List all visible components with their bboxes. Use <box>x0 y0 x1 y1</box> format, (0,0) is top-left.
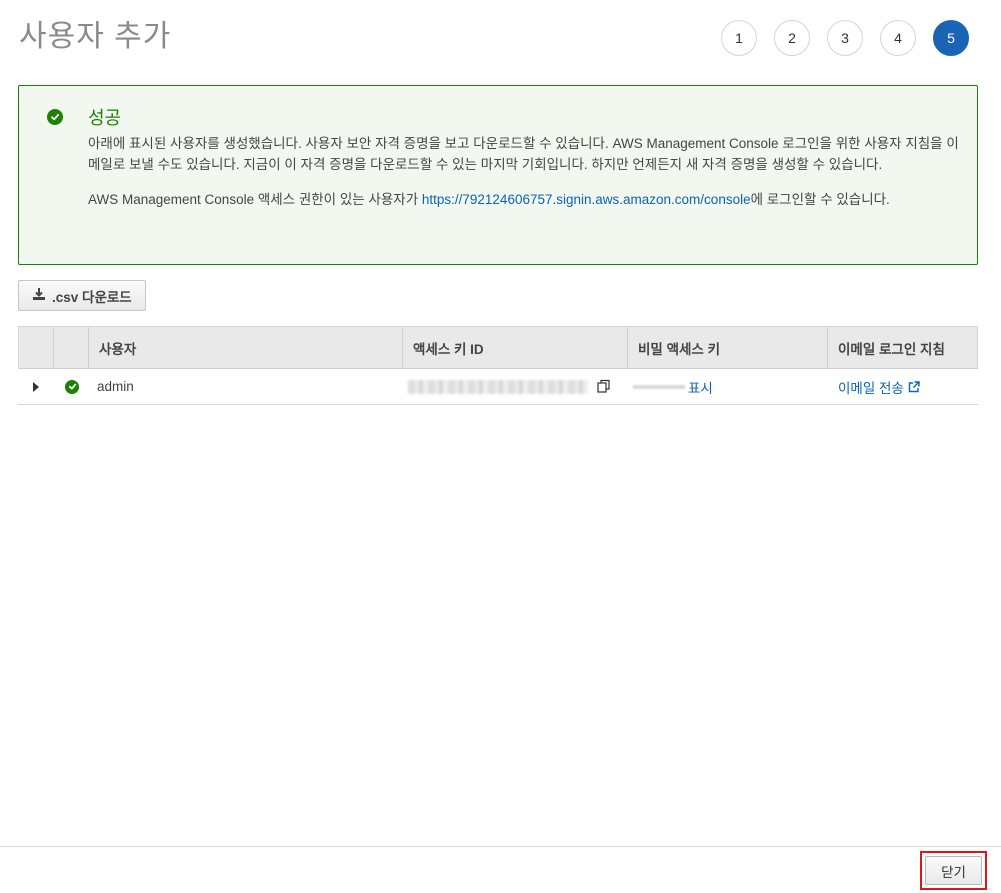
download-csv-button[interactable]: .csv 다운로드 <box>18 280 146 311</box>
download-csv-label: .csv 다운로드 <box>52 289 132 305</box>
header-access-key-id[interactable]: 액세스 키 ID <box>403 327 628 368</box>
alert-body: 성공 아래에 표시된 사용자를 생성했습니다. 사용자 보안 자격 증명을 보고… <box>88 104 963 210</box>
alert-message: 아래에 표시된 사용자를 생성했습니다. 사용자 보안 자격 증명을 보고 다운… <box>88 136 959 172</box>
row-expand[interactable] <box>18 369 53 404</box>
row-user: admin <box>97 379 134 394</box>
row-status <box>53 369 88 404</box>
check-circle-icon <box>47 109 63 125</box>
header-email-instructions[interactable]: 이메일 로그인 지침 <box>828 327 977 368</box>
console-suffix: 에 로그인할 수 있습니다. <box>750 192 890 207</box>
step-3[interactable]: 3 <box>827 20 863 56</box>
users-table: 사용자 액세스 키 ID 비밀 액세스 키 이메일 로그인 지침 admin 표… <box>18 326 978 405</box>
download-icon <box>32 287 46 304</box>
footer-bar: 닫기 <box>0 846 1001 893</box>
row-access-key-id <box>402 369 627 404</box>
console-prefix: AWS Management Console 액세스 권한이 있는 사용자가 <box>88 192 422 207</box>
header-status <box>54 327 89 368</box>
send-email-link[interactable]: 이메일 전송 <box>838 377 904 397</box>
row-email-instructions: 이메일 전송 <box>827 369 978 404</box>
alert-title: 성공 <box>88 108 122 128</box>
copy-icon[interactable] <box>597 379 612 394</box>
close-button[interactable]: 닫기 <box>925 856 982 885</box>
masked-access-key <box>408 379 588 394</box>
row-secret-key: 표시 <box>627 369 827 404</box>
console-access-message: AWS Management Console 액세스 권한이 있는 사용자가 h… <box>88 189 963 210</box>
header-secret-key[interactable]: 비밀 액세스 키 <box>628 327 828 368</box>
step-5[interactable]: 5 <box>933 20 969 56</box>
show-secret-link[interactable]: 표시 <box>688 377 713 397</box>
success-check-icon <box>65 379 79 394</box>
header-user[interactable]: 사용자 <box>89 327 403 368</box>
step-2[interactable]: 2 <box>774 20 810 56</box>
masked-secret-key <box>633 384 685 389</box>
external-link-icon[interactable] <box>908 380 920 393</box>
step-1[interactable]: 1 <box>721 20 757 56</box>
step-4[interactable]: 4 <box>880 20 916 56</box>
close-button-highlight: 닫기 <box>920 851 987 890</box>
console-signin-link[interactable]: https://792124606757.signin.aws.amazon.c… <box>422 192 751 207</box>
header-expand <box>19 327 54 368</box>
success-alert: 성공 아래에 표시된 사용자를 생성했습니다. 사용자 보안 자격 증명을 보고… <box>18 85 978 265</box>
table-header: 사용자 액세스 키 ID 비밀 액세스 키 이메일 로그인 지침 <box>18 326 978 369</box>
expand-arrow-icon[interactable] <box>32 381 39 392</box>
wizard-steps: 1 2 3 4 5 <box>721 20 969 56</box>
page-title: 사용자 추가 <box>19 20 172 53</box>
table-row: admin 표시 이메일 전송 <box>18 369 978 405</box>
